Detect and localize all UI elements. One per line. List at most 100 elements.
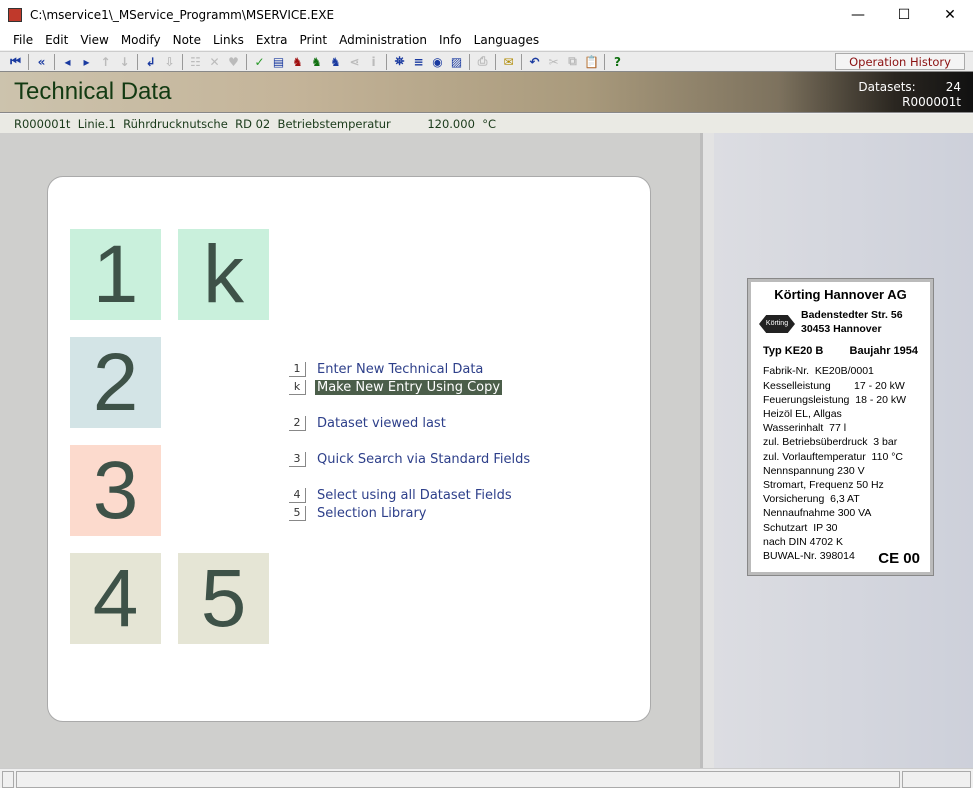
- entry-label[interactable]: Select using all Dataset Fields: [315, 488, 514, 503]
- menu-modify[interactable]: Modify: [115, 33, 167, 47]
- shortcut-key: 5: [289, 505, 306, 521]
- entry-label[interactable]: Dataset viewed last: [315, 416, 448, 431]
- import-icon[interactable]: ⇩: [160, 53, 179, 71]
- menu-file[interactable]: File: [7, 33, 39, 47]
- record-info-line: R000001t Linie.1 Rührdrucknutsche RD 02 …: [0, 114, 973, 133]
- korting-logo: Körting: [759, 315, 795, 333]
- paste-icon[interactable]: 📋: [582, 53, 601, 71]
- plate-line: Nennaufnahme 300 VA: [763, 507, 872, 520]
- squirrel-blue-icon[interactable]: ♞: [326, 53, 345, 71]
- entry-label[interactable]: Quick Search via Standard Fields: [315, 452, 532, 467]
- previous-record-icon[interactable]: ◂: [58, 53, 77, 71]
- delete-icon[interactable]: ✕: [205, 53, 224, 71]
- plate-line: Heizöl EL, Allgas: [763, 408, 842, 421]
- toolbar-separator: [246, 53, 247, 70]
- menu-extra[interactable]: Extra: [250, 33, 294, 47]
- ce-mark: CE 00: [878, 549, 920, 567]
- toolbar-separator: [521, 53, 522, 70]
- menu-entry-3[interactable]: 3 Quick Search via Standard Fields: [289, 451, 532, 467]
- squirrel-red-icon[interactable]: ♞: [288, 53, 307, 71]
- right-panel: Körting Hannover AG Körting Badenstedter…: [714, 133, 973, 768]
- menu-info[interactable]: Info: [433, 33, 468, 47]
- shortcut-key: k: [289, 379, 306, 395]
- menu-note[interactable]: Note: [167, 33, 207, 47]
- menu-entry-k[interactable]: k Make New Entry Using Copy: [289, 379, 503, 395]
- dataset-info: Datasets: 24 R000001t: [828, 80, 961, 110]
- maximize-button[interactable]: ☐: [881, 0, 927, 30]
- menu-links[interactable]: Links: [207, 33, 250, 47]
- menu-edit[interactable]: Edit: [39, 33, 74, 47]
- page-header: Technical Data Datasets: 24 R000001t: [0, 71, 973, 113]
- toolbar-separator: [469, 53, 470, 70]
- help-icon[interactable]: ?: [608, 53, 627, 71]
- squirrel-green-icon[interactable]: ♞: [307, 53, 326, 71]
- binoculars-icon[interactable]: ⛯: [390, 53, 409, 71]
- shortcut-key: 4: [289, 487, 306, 503]
- entry-label[interactable]: Selection Library: [315, 506, 429, 521]
- previous-page-icon[interactable]: «: [32, 53, 51, 71]
- tile-k[interactable]: k: [178, 229, 269, 320]
- print-icon[interactable]: ⎙: [473, 53, 492, 71]
- tile-2[interactable]: 2: [70, 337, 161, 428]
- link-icon[interactable]: ⋖: [345, 53, 364, 71]
- document-icon[interactable]: ▤: [269, 53, 288, 71]
- plate-line: Feuerungsleistung 18 - 20 kW: [763, 393, 906, 406]
- plate-line: zul. Vorlauftemperatur 110 °C: [763, 450, 903, 463]
- title-bar: C:\mservice1\_MService_Programm\MSERVICE…: [0, 0, 973, 30]
- tile-1[interactable]: 1: [70, 229, 161, 320]
- favorite-icon[interactable]: ♥: [224, 53, 243, 71]
- image-icon[interactable]: ▨: [447, 53, 466, 71]
- datasets-label: Datasets:: [858, 80, 916, 94]
- next-record-icon[interactable]: ▸: [77, 53, 96, 71]
- plate-street: Badenstedter Str. 56: [801, 309, 903, 322]
- entry-label[interactable]: Make New Entry Using Copy: [315, 379, 503, 395]
- plate-company: Körting Hannover AG: [774, 287, 907, 302]
- info-icon[interactable]: i: [364, 53, 383, 71]
- undo-icon[interactable]: ↶: [525, 53, 544, 71]
- minimize-button[interactable]: —: [835, 0, 881, 30]
- menu-print[interactable]: Print: [294, 33, 334, 47]
- status-bar: [0, 768, 973, 788]
- toolbar-separator: [386, 53, 387, 70]
- menu-entry-1[interactable]: 1 Enter New Technical Data: [289, 361, 485, 377]
- arrow-up-icon[interactable]: ↑: [96, 53, 115, 71]
- tile-4[interactable]: 4: [70, 553, 161, 644]
- list-icon[interactable]: ≡: [409, 53, 428, 71]
- menu-card: 1 k 2 3 4 5 1 Enter New Technical Data k Ma…: [47, 176, 651, 722]
- plate-baujahr: Baujahr 1954: [849, 345, 918, 358]
- arrow-down-icon[interactable]: ↓: [115, 53, 134, 71]
- eye-icon[interactable]: ◉: [428, 53, 447, 71]
- mail-icon[interactable]: ✉: [499, 53, 518, 71]
- menu-entry-5[interactable]: 5 Selection Library: [289, 505, 429, 521]
- enter-icon[interactable]: ↲: [141, 53, 160, 71]
- toolbar-separator: [604, 53, 605, 70]
- tree-icon[interactable]: ☷: [186, 53, 205, 71]
- menu-view[interactable]: View: [74, 33, 114, 47]
- splitter[interactable]: [700, 133, 714, 768]
- plate-line: Nennspannung 230 V: [763, 464, 865, 477]
- tile-3[interactable]: 3: [70, 445, 161, 536]
- toolbar-separator: [495, 53, 496, 70]
- app-icon: [8, 8, 22, 22]
- check-icon[interactable]: ✓: [250, 53, 269, 71]
- tile-5[interactable]: 5: [178, 553, 269, 644]
- entry-label[interactable]: Enter New Technical Data: [315, 362, 485, 377]
- plate-line: Vorsicherung 6,3 AT: [763, 493, 860, 506]
- plate-line: Wasserinhalt 77 l: [763, 422, 847, 435]
- plate-line: Stromart, Frequenz 50 Hz: [763, 479, 884, 492]
- menu-languages[interactable]: Languages: [468, 33, 545, 47]
- cut-icon[interactable]: ✂: [544, 53, 563, 71]
- copy-icon[interactable]: ⧉: [563, 53, 582, 71]
- first-record-icon[interactable]: ⏮: [6, 53, 25, 71]
- menu-administration[interactable]: Administration: [333, 33, 433, 47]
- operation-history-button[interactable]: Operation History: [835, 53, 965, 70]
- menu-entry-4[interactable]: 4 Select using all Dataset Fields: [289, 487, 514, 503]
- window-title: C:\mservice1\_MService_Programm\MSERVICE…: [30, 8, 335, 22]
- record-id: R000001t: [902, 95, 961, 109]
- plate-line: nach DIN 4702 K: [763, 535, 843, 548]
- close-button[interactable]: ✕: [927, 0, 973, 30]
- shortcut-key: 2: [289, 415, 306, 431]
- shortcut-key: 1: [289, 361, 306, 377]
- menu-entry-2[interactable]: 2 Dataset viewed last: [289, 415, 448, 431]
- status-pane-3: [902, 771, 971, 788]
